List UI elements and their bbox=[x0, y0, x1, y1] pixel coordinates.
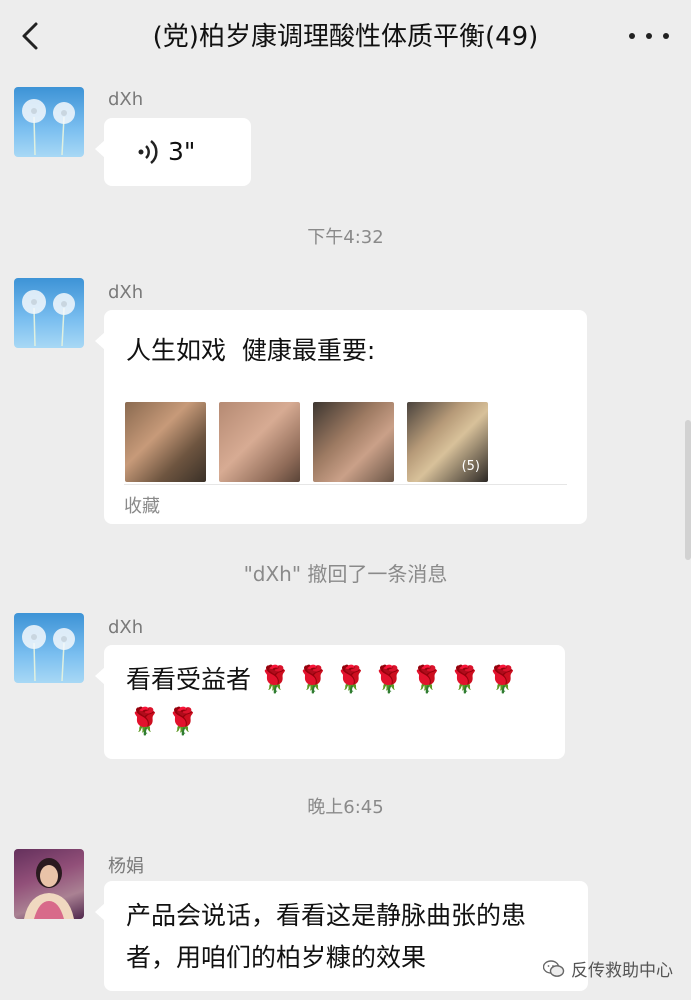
favorite-card-message[interactable]: 人生如戏 健康最重要: (5) 收藏 bbox=[95, 310, 587, 524]
thumbnail-image[interactable] bbox=[125, 402, 206, 482]
rose-emoji: 🌹 bbox=[128, 707, 162, 737]
message-text: 看看受益者 bbox=[126, 665, 252, 694]
more-options-button[interactable] bbox=[629, 24, 669, 48]
voice-wave-icon bbox=[138, 140, 158, 164]
thumbnail-image[interactable] bbox=[219, 402, 300, 482]
back-button[interactable] bbox=[14, 20, 46, 52]
rose-emoji: 🌹 bbox=[372, 665, 406, 695]
rose-emoji: 🌹 bbox=[486, 665, 520, 695]
avatar[interactable] bbox=[14, 849, 84, 919]
sender-name: dXh bbox=[108, 89, 144, 110]
dandelion-icon bbox=[22, 290, 75, 347]
sender-name: dXh bbox=[108, 617, 144, 638]
avatar[interactable] bbox=[14, 613, 84, 683]
watermark-text: 反传救助中心 bbox=[571, 961, 673, 981]
card-title: 人生如戏 健康最重要: bbox=[126, 336, 376, 365]
scrollbar[interactable] bbox=[685, 420, 691, 560]
sender-name: dXh bbox=[108, 282, 144, 303]
rose-emoji: 🌹 bbox=[334, 665, 368, 695]
chat-header: (党)柏岁康调理酸性体质平衡(49) bbox=[0, 0, 691, 75]
voice-duration: 3" bbox=[168, 137, 196, 166]
rose-emoji: 🌹 bbox=[166, 707, 200, 737]
timestamp: 下午4:32 bbox=[307, 227, 384, 248]
avatar[interactable] bbox=[14, 87, 84, 157]
rose-emoji: 🌹 bbox=[448, 665, 482, 695]
thumbnail-image[interactable] bbox=[313, 402, 394, 482]
divider bbox=[124, 484, 567, 485]
timestamp: 晚上6:45 bbox=[307, 797, 384, 818]
wechat-icon bbox=[543, 959, 565, 977]
dandelion-icon bbox=[22, 625, 75, 682]
avatar[interactable] bbox=[14, 278, 84, 348]
dandelion-icon bbox=[22, 99, 75, 156]
text-message[interactable]: 看看受益者 🌹 🌹 🌹 🌹 🌹 🌹 🌹🌹 🌹 bbox=[95, 645, 565, 759]
favorite-source-label: 收藏 bbox=[124, 496, 160, 517]
sender-name: 杨娟 bbox=[108, 856, 144, 877]
rose-emoji: 🌹 bbox=[296, 665, 330, 695]
text-message[interactable]: 产品会说话，看看这是静脉曲张的患者，用咱们的柏岁糠的效果 bbox=[95, 881, 588, 991]
image-count-label: (5) bbox=[461, 459, 480, 474]
message-text: 产品会说话，看看这是静脉曲张的患者，用咱们的柏岁糠的效果 bbox=[126, 901, 527, 972]
more-dots-icon bbox=[629, 33, 635, 39]
profile-photo-icon bbox=[14, 849, 84, 919]
voice-message[interactable]: 3" bbox=[95, 118, 251, 186]
recall-notice: "dXh" 撤回了一条消息 bbox=[243, 562, 448, 586]
rose-emoji: 🌹 bbox=[258, 665, 292, 695]
thumbnail-image[interactable]: (5) bbox=[407, 402, 488, 482]
rose-emoji: 🌹 bbox=[410, 665, 444, 695]
chat-title: (党)柏岁康调理酸性体质平衡(49) bbox=[152, 22, 539, 52]
watermark: 反传救助中心 bbox=[543, 956, 673, 981]
chevron-left-icon bbox=[22, 22, 38, 50]
message-content: 看看受益者 🌹 🌹 🌹 🌹 🌹 🌹 🌹🌹 🌹 bbox=[126, 659, 551, 743]
